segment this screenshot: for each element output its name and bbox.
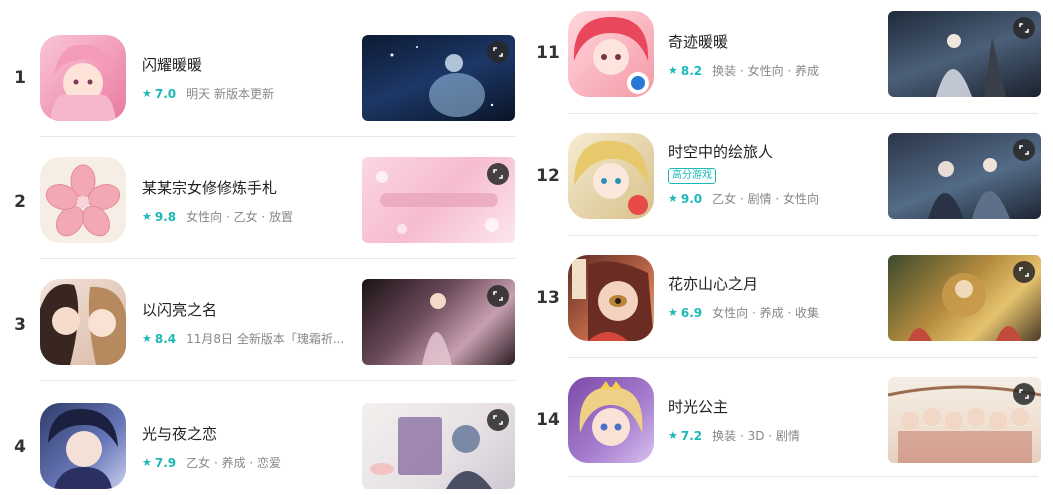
game-row[interactable]: 3 以闪亮之名 ★ 8.4 11月8日 全新版本「瑰霜祈...	[0, 259, 530, 381]
game-score: 7.9	[154, 455, 177, 470]
star-icon: ★	[668, 64, 678, 77]
game-name[interactable]: 时光公主	[668, 396, 800, 417]
game-row[interactable]: 13 花亦山心之月 ★ 6.9 女性向 · 养成 · 收集	[528, 236, 1053, 358]
game-row[interactable]: 12 时空中的绘旅人 高分游戏 ★ 9.0 乙女 · 剧情 · 女性向	[528, 114, 1053, 236]
game-name[interactable]: 花亦山心之月	[668, 273, 819, 294]
game-info: 某某宗女修修炼手札 ★ 9.8 女性向 · 乙女 · 放置	[142, 177, 293, 225]
game-icon[interactable]	[40, 35, 126, 121]
game-name[interactable]: 闪耀暖暖	[142, 54, 274, 75]
game-score: 8.4	[154, 331, 177, 346]
game-info: 以闪亮之名 ★ 8.4 11月8日 全新版本「瑰霜祈...	[142, 299, 344, 347]
game-screenshot[interactable]	[362, 35, 515, 121]
game-meta: ★ 9.0 乙女 · 剧情 · 女性向	[668, 190, 819, 207]
game-icon[interactable]	[568, 255, 654, 341]
game-screenshot[interactable]	[362, 403, 515, 489]
expand-icon[interactable]	[487, 41, 509, 63]
rank-number: 4	[14, 437, 26, 457]
game-tags: 明天 新版本更新	[186, 87, 274, 101]
row-divider	[568, 476, 1038, 477]
rank-number: 3	[14, 315, 26, 335]
game-info: 闪耀暖暖 ★ 7.0 明天 新版本更新	[142, 54, 274, 102]
game-score: 9.8	[154, 209, 177, 224]
game-screenshot[interactable]	[888, 133, 1041, 219]
game-tags: 11月8日 全新版本「瑰霜祈...	[186, 332, 345, 346]
rank-number: 2	[14, 192, 26, 212]
game-score: 7.0	[154, 86, 177, 101]
game-screenshot[interactable]	[888, 377, 1041, 463]
game-meta: ★ 7.9 乙女 · 养成 · 恋爱	[142, 454, 281, 471]
game-meta: ★ 7.0 明天 新版本更新	[142, 85, 274, 102]
rank-number: 14	[536, 410, 560, 430]
expand-icon[interactable]	[487, 163, 509, 185]
star-icon: ★	[668, 192, 678, 205]
game-meta: ★ 7.2 换装 · 3D · 剧情	[668, 427, 800, 444]
star-icon: ★	[668, 429, 678, 442]
game-icon[interactable]	[40, 157, 126, 243]
game-meta: ★ 8.2 换装 · 女性向 · 养成	[668, 62, 819, 79]
game-tags: 女性向 · 养成 · 收集	[712, 306, 820, 320]
expand-icon[interactable]	[1013, 139, 1035, 161]
game-info: 光与夜之恋 ★ 7.9 乙女 · 养成 · 恋爱	[142, 423, 281, 471]
game-icon[interactable]	[568, 133, 654, 219]
game-row[interactable]: 11 奇迹暖暖 ★ 8.2 换装 · 女性向 · 养成	[528, 0, 1053, 114]
star-icon: ★	[668, 306, 678, 319]
rank-number: 11	[536, 43, 560, 63]
star-icon: ★	[142, 210, 152, 223]
game-row[interactable]: 1 闪耀暖暖 ★ 7.0 明天 新版本更新	[0, 15, 530, 137]
game-icon[interactable]	[568, 11, 654, 97]
expand-icon[interactable]	[1013, 17, 1035, 39]
game-row[interactable]: 4 光与夜之恋 ★ 7.9 乙女 · 养成 · 恋爱	[0, 381, 530, 495]
expand-icon[interactable]	[1013, 261, 1035, 283]
game-tags: 乙女 · 剧情 · 女性向	[712, 192, 820, 206]
game-score: 9.0	[680, 191, 703, 206]
game-name[interactable]: 某某宗女修修炼手札	[142, 177, 293, 198]
game-tags: 乙女 · 养成 · 恋爱	[186, 456, 282, 470]
game-icon[interactable]	[40, 279, 126, 365]
star-icon: ★	[142, 332, 152, 345]
game-name[interactable]: 以闪亮之名	[142, 299, 344, 320]
star-icon: ★	[142, 87, 152, 100]
game-icon[interactable]	[40, 403, 126, 489]
rank-number: 1	[14, 68, 26, 88]
game-tags: 换装 · 女性向 · 养成	[712, 64, 820, 78]
game-info: 时空中的绘旅人 高分游戏 ★ 9.0 乙女 · 剧情 · 女性向	[668, 141, 819, 207]
game-meta: ★ 9.8 女性向 · 乙女 · 放置	[142, 208, 293, 225]
game-score: 8.2	[680, 63, 703, 78]
game-screenshot[interactable]	[362, 157, 515, 243]
game-meta: ★ 8.4 11月8日 全新版本「瑰霜祈...	[142, 330, 344, 347]
expand-icon[interactable]	[1013, 383, 1035, 405]
game-info: 花亦山心之月 ★ 6.9 女性向 · 养成 · 收集	[668, 273, 819, 321]
expand-icon[interactable]	[487, 409, 509, 431]
game-score: 6.9	[680, 305, 703, 320]
game-screenshot[interactable]	[362, 279, 515, 365]
game-score: 7.2	[680, 428, 703, 443]
rank-number: 13	[536, 288, 560, 308]
game-name[interactable]: 光与夜之恋	[142, 423, 281, 444]
high-score-badge: 高分游戏	[668, 168, 716, 184]
game-icon[interactable]	[568, 377, 654, 463]
game-screenshot[interactable]	[888, 255, 1041, 341]
game-info: 奇迹暖暖 ★ 8.2 换装 · 女性向 · 养成	[668, 31, 819, 79]
game-tags: 女性向 · 乙女 · 放置	[186, 210, 294, 224]
expand-icon[interactable]	[487, 285, 509, 307]
game-meta: ★ 6.9 女性向 · 养成 · 收集	[668, 304, 819, 321]
game-screenshot[interactable]	[888, 11, 1041, 97]
game-row[interactable]: 2 某某宗女修修炼手札 ★ 9.8 女性向 · 乙女 · 放置	[0, 137, 530, 259]
rank-number: 12	[536, 166, 560, 186]
game-tags: 换装 · 3D · 剧情	[712, 429, 800, 443]
game-name[interactable]: 时空中的绘旅人	[668, 141, 819, 162]
star-icon: ★	[142, 456, 152, 469]
game-info: 时光公主 ★ 7.2 换装 · 3D · 剧情	[668, 396, 800, 444]
game-name[interactable]: 奇迹暖暖	[668, 31, 819, 52]
game-row[interactable]: 14 时光公主 ★ 7.2 换装 · 3D · 剧情	[528, 358, 1053, 495]
